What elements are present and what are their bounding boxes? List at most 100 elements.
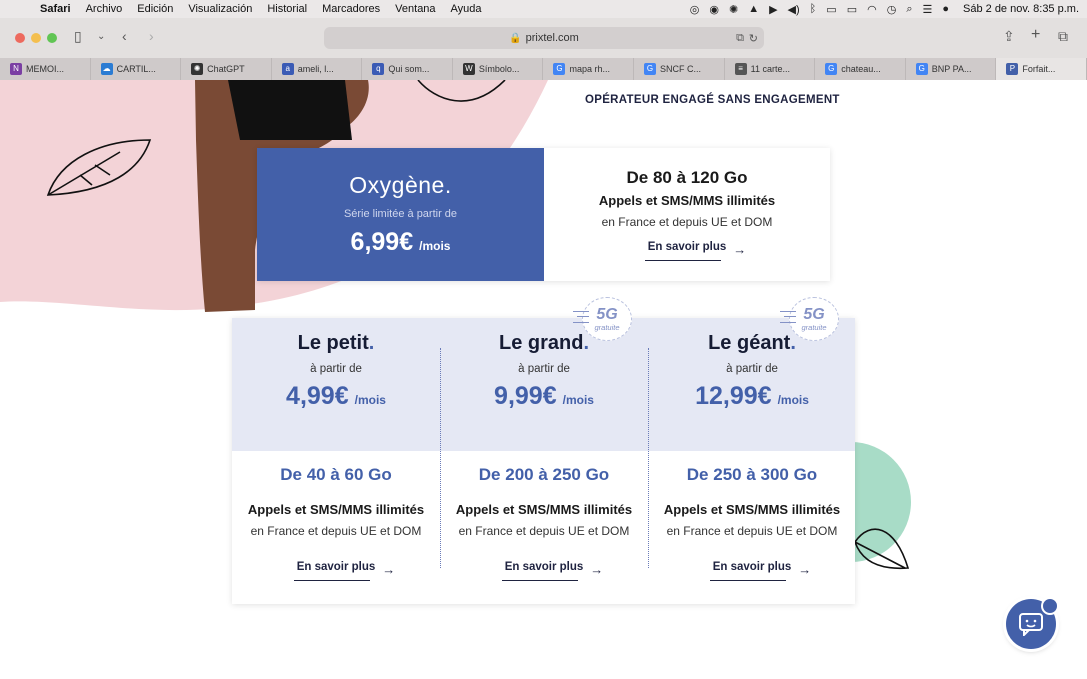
time-machine-icon[interactable]: ◷ <box>887 3 897 16</box>
plan-name-dot: . <box>583 332 589 354</box>
menu-ventana[interactable]: Ventana <box>395 3 435 15</box>
new-tab-icon[interactable]: + <box>1031 26 1040 44</box>
plan-calls: Appels et SMS/MMS illimités <box>455 502 633 517</box>
tab-bar: N MEMOI... ☁ CARTIL... ✺ ChatGPT a ameli, l.… <box>0 58 1087 80</box>
oxygene-more-link[interactable]: En savoir plus → <box>644 237 746 261</box>
onenote-icon: N <box>10 63 22 75</box>
tab-mapa[interactable]: Gmapa rh... <box>543 58 635 80</box>
badge-sub: gratuite <box>801 323 827 332</box>
price-period: /mois <box>562 393 594 407</box>
play-icon[interactable]: ▶ <box>769 3 777 16</box>
tab-simbolo[interactable]: W Símbolo... <box>453 58 544 80</box>
drive-icon[interactable]: ▲ <box>748 3 759 15</box>
tab-sncf[interactable]: G SNCF C... <box>634 58 725 80</box>
oxygene-title: Oxygène. <box>349 172 452 198</box>
plan-price: 4,99€ /mois <box>232 382 440 411</box>
oxygene-details: De 80 à 120 Go Appels et SMS/MMS illimit… <box>544 148 830 281</box>
control-center-icon[interactable]: ☰ <box>922 3 932 16</box>
arrow-right-icon: → <box>733 242 747 257</box>
arrow-right-icon: → <box>590 562 604 577</box>
tab-label: BNP PA... <box>931 64 972 74</box>
tab-label: Qui som... <box>388 64 430 74</box>
battery-icon[interactable]: ▭ <box>847 3 857 16</box>
plan-title: Le petit. <box>232 332 440 355</box>
volume-icon[interactable]: ◀) <box>788 3 800 16</box>
plan-from: à partir de <box>726 363 778 375</box>
wikipedia-icon: W <box>462 63 475 75</box>
tab-chateau[interactable]: Gchateau... <box>815 58 906 80</box>
clock[interactable]: Sáb 2 de nov. 8:35 p.m. <box>963 3 1079 15</box>
plan-le-grand[interactable]: Le grand. à partir de 9,99€ /mois De 200 … <box>440 318 648 604</box>
more-label: En savoir plus <box>296 561 376 573</box>
plan-more-link[interactable]: En savoir plus → <box>709 557 811 581</box>
chatgpt-status-icon[interactable]: ✺ <box>729 3 738 16</box>
price-period: /mois <box>419 239 451 253</box>
page-content: OPÉRATEUR ENGAGÉ SANS ENGAGEMENT Oxygène… <box>0 80 1087 679</box>
tab-label: chateau... <box>841 64 881 74</box>
whatsapp-icon[interactable]: ◎ <box>690 3 700 16</box>
sidebar-toggle-icon[interactable]: ▯ <box>74 28 82 45</box>
minimize-window-button[interactable] <box>31 33 41 43</box>
oxygene-panel: Oxygène. Série limitée à partir de 6,99€… <box>257 148 544 281</box>
tab-label: Forfait... <box>1022 64 1056 74</box>
wifi-icon[interactable]: ◠ <box>867 3 877 16</box>
bluetooth-icon[interactable]: ᛒ <box>810 3 817 15</box>
menu-ayuda[interactable]: Ayuda <box>451 3 482 15</box>
url-text: prixtel.com <box>525 32 579 44</box>
menu-visualizacion[interactable]: Visualización <box>188 3 252 15</box>
menu-historial[interactable]: Historial <box>267 3 307 15</box>
tab-overview-icon[interactable]: ⧉ <box>1058 28 1068 45</box>
tab-forfait[interactable]: P Forfait... <box>996 58 1087 80</box>
siri-icon[interactable]: ● <box>942 3 949 15</box>
badge-label: 5G <box>596 306 618 323</box>
oxygene-card[interactable]: Oxygène. Série limitée à partir de 6,99€… <box>257 148 830 281</box>
fullscreen-window-button[interactable] <box>47 33 57 43</box>
back-icon[interactable]: ‹ <box>122 28 127 44</box>
browser-toolbar: ▯ ⌄ ‹ › 🔒 prixtel.com ⧉ ↻ ⇪ + ⧉ <box>0 18 1087 58</box>
tab-label: ChatGPT <box>207 64 245 74</box>
menu-marcadores[interactable]: Marcadores <box>322 3 380 15</box>
status-area: ◎ ◉ ✺ ▲ ▶ ◀) ᛒ ▭ ▭ ◠ ◷ ⌕ ☰ ● Sáb 2 de no… <box>690 0 1079 18</box>
plan-le-petit[interactable]: Le petit. à partir de 4,99€ /mois De 40 à… <box>232 318 440 604</box>
search-icon[interactable]: ⌕ <box>906 3 912 16</box>
plan-name-dot: . <box>368 332 375 354</box>
menu-edicion[interactable]: Edición <box>137 3 173 15</box>
plan-le-geant[interactable]: Le géant. à partir de 12,99€ /mois De 250… <box>648 318 856 604</box>
google-icon: G <box>915 63 928 75</box>
tab-memoire[interactable]: N MEMOI... <box>0 58 91 80</box>
oxygene-data: De 80 à 120 Go <box>626 168 748 187</box>
plan-more-link[interactable]: En savoir plus → <box>501 557 603 581</box>
share-icon[interactable]: ⇪ <box>1003 28 1015 45</box>
prixtel-icon: P <box>1006 63 1019 75</box>
tab-cartilla[interactable]: ☁ CARTIL... <box>91 58 182 80</box>
link-underline <box>293 580 370 581</box>
menu-archivo[interactable]: Archivo <box>86 3 123 15</box>
menu-app[interactable]: Safari <box>40 3 71 15</box>
address-bar[interactable]: 🔒 prixtel.com ⧉ ↻ <box>324 27 764 49</box>
plan-calls-sub: en France et depuis UE et DOM <box>250 524 422 538</box>
chevron-down-icon[interactable]: ⌄ <box>97 31 105 42</box>
plan-price: 9,99€ /mois <box>440 382 648 411</box>
plan-more-link[interactable]: En savoir plus → <box>293 557 395 581</box>
forward-icon[interactable]: › <box>149 28 154 44</box>
translate-icon[interactable]: ⧉ <box>736 32 744 45</box>
price-value: 4,99€ <box>286 382 349 410</box>
tab-11-cartes[interactable]: ≡ 11 carte... <box>725 58 816 80</box>
tab-label: SNCF C... <box>660 64 702 74</box>
tab-bnp[interactable]: G BNP PA... <box>906 58 997 80</box>
reload-icon[interactable]: ↻ <box>749 32 758 45</box>
plan-data: De 250 à 300 Go <box>686 465 818 484</box>
close-window-button[interactable] <box>15 33 25 43</box>
tab-chatgpt[interactable]: ✺ ChatGPT <box>181 58 272 80</box>
price-value: 9,99€ <box>494 382 557 410</box>
tab-qui-som[interactable]: q Qui som... <box>362 58 453 80</box>
plan-name-text: Le géant <box>708 332 791 354</box>
plan-more-wrap: En savoir plus → <box>648 557 856 581</box>
keyboard-icon[interactable]: ▭ <box>826 3 836 16</box>
tab-ameli[interactable]: a ameli, l... <box>272 58 363 80</box>
google-icon: G <box>553 63 566 75</box>
plan-from: à partir de <box>310 363 362 375</box>
creative-cloud-icon[interactable]: ◉ <box>709 3 719 16</box>
plan-name-text: Le grand <box>498 332 584 354</box>
plan-price: 12,99€ /mois <box>648 382 856 411</box>
